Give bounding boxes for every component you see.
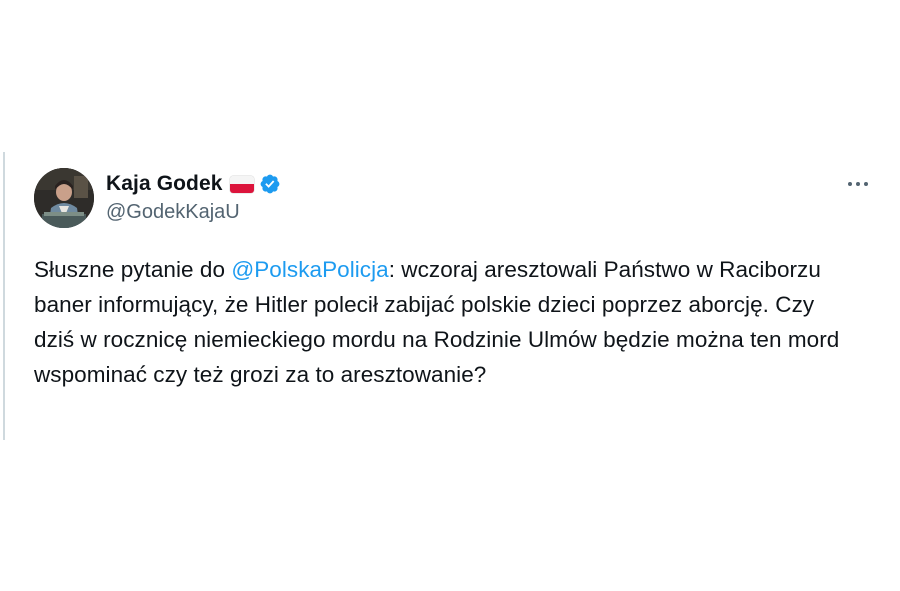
avatar-image <box>34 168 94 228</box>
more-options-icon[interactable] <box>842 172 874 196</box>
avatar[interactable] <box>34 168 94 228</box>
mention-link[interactable]: @PolskaPolicja <box>231 257 388 282</box>
thread-divider <box>3 152 5 440</box>
name-row: Kaja Godek <box>106 171 281 197</box>
tweet-text: Słuszne pytanie do @PolskaPolicja: wczor… <box>34 252 854 392</box>
tweet[interactable]: Kaja Godek @GodekKajaU Słuszne pytanie d… <box>34 168 884 392</box>
page: Kaja Godek @GodekKajaU Słuszne pytanie d… <box>0 0 900 591</box>
tweet-text-start: Słuszne pytanie do <box>34 257 232 282</box>
author-identity: Kaja Godek @GodekKajaU <box>106 171 281 224</box>
author-name[interactable]: Kaja Godek <box>106 172 223 196</box>
author-handle[interactable]: @GodekKajaU <box>106 201 281 224</box>
tweet-header: Kaja Godek @GodekKajaU <box>34 168 884 230</box>
verified-badge-icon[interactable] <box>259 173 281 195</box>
poland-flag-icon <box>229 175 254 193</box>
